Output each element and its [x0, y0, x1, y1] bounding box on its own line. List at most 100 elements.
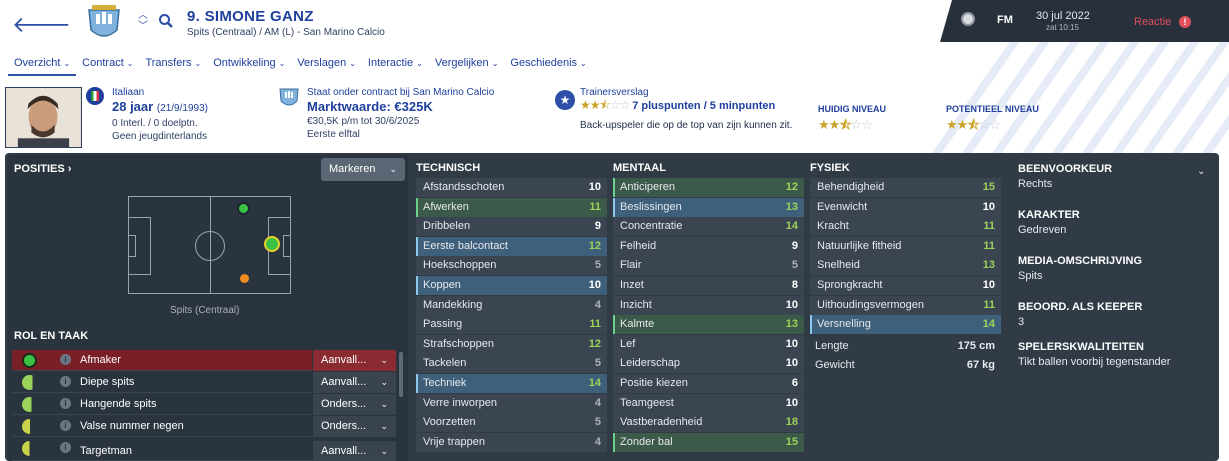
- attribute-row[interactable]: Lef 10: [613, 334, 804, 354]
- player-traits[interactable]: SPELERSKWALITEITEN Tikt ballen voorbij te…: [1018, 341, 1170, 368]
- attribute-row[interactable]: Vastberadenheid 18: [613, 413, 804, 433]
- attribute-row[interactable]: Snelheid 13: [810, 256, 1001, 276]
- attribute-row[interactable]: Eerste balcontact 12: [416, 236, 607, 256]
- attribute-row[interactable]: Voorzetten 5: [416, 413, 607, 433]
- duty-dropdown[interactable]: Onders... ⌄: [312, 416, 396, 437]
- attribute-row[interactable]: Anticiperen 12: [613, 178, 804, 197]
- duty-dropdown[interactable]: Aanvall... ⌄: [312, 350, 396, 371]
- game-date[interactable]: 30 jul 2022: [1036, 10, 1090, 22]
- media-description[interactable]: MEDIA-OMSCHRIJVING Spits: [1018, 255, 1142, 282]
- attribute-row[interactable]: Inzet 8: [613, 276, 804, 295]
- tab-geschiedenis[interactable]: Geschiedenis ⌄: [504, 56, 592, 76]
- position-dot-am-l[interactable]: [237, 202, 250, 215]
- alert-icon: !: [1179, 16, 1191, 28]
- attribute-row[interactable]: Koppen 10: [416, 276, 607, 295]
- reactie-button[interactable]: Reactie: [1134, 16, 1171, 28]
- attribute-row[interactable]: Versnelling 14: [810, 315, 1001, 335]
- keeper-rating[interactable]: BEOORD. ALS KEEPER 3: [1018, 301, 1142, 328]
- report-description: Back-upspeler die op de top van zijn kun…: [580, 120, 793, 131]
- report-points: 7 pluspunten / 5 minpunten: [632, 100, 776, 112]
- attribute-name: Versnelling: [817, 318, 871, 331]
- attribute-value: 4: [594, 435, 601, 448]
- attribute-row[interactable]: Positie kiezen 6: [613, 374, 804, 393]
- attribute-value: 13: [785, 200, 798, 213]
- attribute-value: 13: [982, 259, 995, 272]
- role-row[interactable]: i Valse nummer negen Onders... ⌄: [12, 416, 396, 437]
- positions-title[interactable]: POSITIES ›: [14, 163, 71, 175]
- tab-verslagen[interactable]: Verslagen ⌄: [291, 56, 362, 76]
- attribute-row[interactable]: Vrije trappen 4: [416, 432, 607, 452]
- attribute-name: Verre inworpen: [423, 396, 497, 409]
- markeren-dropdown[interactable]: Markeren ⌄: [321, 158, 405, 181]
- attribute-row[interactable]: Hoekschoppen 5: [416, 256, 607, 276]
- character[interactable]: KARAKTER Gedreven: [1018, 209, 1080, 236]
- attribute-row[interactable]: Beslissingen 13: [613, 197, 804, 217]
- attribute-value: 15: [785, 435, 798, 448]
- attribute-row[interactable]: Concentratie 14: [613, 217, 804, 237]
- role-row[interactable]: i Diepe spits Aanvall... ⌄: [12, 372, 396, 393]
- roles-scrollbar[interactable]: [399, 352, 403, 397]
- fm-logo[interactable]: FM: [997, 14, 1013, 26]
- attribute-value: 11: [589, 318, 601, 331]
- attribute-row[interactable]: Verre inworpen 4: [416, 393, 607, 413]
- football-icon[interactable]: [961, 12, 975, 26]
- tab-overzicht[interactable]: Overzicht ⌄: [8, 56, 77, 76]
- attribute-row[interactable]: Kalmte 13: [613, 315, 804, 335]
- duty-dropdown[interactable]: Onders... ⌄: [312, 394, 396, 415]
- role-row[interactable]: i Hangende spits Onders... ⌄: [12, 394, 396, 415]
- attribute-row[interactable]: Techniek 14: [416, 374, 607, 393]
- attribute-row[interactable]: Afwerken 11: [416, 197, 607, 217]
- chevron-up-icon[interactable]: ︿: [138, 10, 148, 21]
- attribute-row[interactable]: Zonder bal 15: [613, 432, 804, 452]
- attribute-row[interactable]: Kracht 11: [810, 217, 1001, 237]
- search-icon[interactable]: [158, 13, 174, 29]
- attribute-row[interactable]: Strafschoppen 12: [416, 334, 607, 354]
- attribute-name: Vastberadenheid: [620, 416, 703, 429]
- fysiek-title: FYSIEK: [810, 162, 850, 174]
- attribute-row[interactable]: Teamgeest 10: [613, 393, 804, 413]
- tab-interactie[interactable]: Interactie ⌄: [362, 56, 429, 76]
- attribute-row[interactable]: Felheid 9: [613, 236, 804, 256]
- attribute-value: 9: [594, 220, 601, 233]
- attribute-name: Lef: [620, 337, 636, 350]
- player-photo[interactable]: [5, 87, 82, 148]
- attribute-row[interactable]: Dribbelen 9: [416, 217, 607, 237]
- back-arrow-icon[interactable]: 🡐: [12, 12, 71, 38]
- tab-contract[interactable]: Contract ⌄: [76, 56, 139, 76]
- position-dot-st[interactable]: [264, 236, 280, 252]
- flag-icon: [86, 87, 104, 105]
- chevron-down-icon[interactable]: ⌄: [1197, 166, 1205, 177]
- position-dot-am-r[interactable]: [240, 274, 249, 283]
- chevron-down-icon: ⌄: [380, 421, 388, 431]
- game-time: zat 10:15: [1046, 23, 1079, 32]
- attribute-row[interactable]: Sprongkracht 10: [810, 276, 1001, 295]
- tab-transfers[interactable]: Transfers ⌄: [139, 56, 207, 76]
- duty-dropdown[interactable]: Aanvall... ⌄: [312, 441, 396, 460]
- role-row[interactable]: i Targetman Aanvall... ⌄: [12, 438, 396, 461]
- attribute-row[interactable]: Leiderschap 10: [613, 354, 804, 374]
- attribute-row[interactable]: Behendigheid 15: [810, 178, 1001, 197]
- preferred-foot[interactable]: BEENVOORKEUR Rechts: [1018, 163, 1112, 190]
- attribute-value: 12: [588, 239, 601, 252]
- attribute-row[interactable]: Inzicht 10: [613, 295, 804, 315]
- club-crest-icon[interactable]: [279, 87, 299, 109]
- contract-text[interactable]: Staat onder contract bij San Marino Calc…: [307, 86, 494, 99]
- attribute-row[interactable]: Afstandsschoten 10: [416, 178, 607, 197]
- chevron-down-icon[interactable]: ﹀: [138, 21, 148, 32]
- attribute-row[interactable]: Mandekking 4: [416, 295, 607, 315]
- attribute-value: 5: [594, 416, 601, 429]
- role-row[interactable]: i Afmaker Aanvall... ⌄: [12, 350, 396, 371]
- attribute-row[interactable]: Natuurlijke fitheid 11: [810, 236, 1001, 256]
- tab-vergelijken[interactable]: Vergelijken ⌄: [429, 56, 505, 76]
- attribute-name: Voorzetten: [423, 416, 476, 429]
- duty-dropdown[interactable]: Aanvall... ⌄: [312, 372, 396, 393]
- attribute-row[interactable]: Tackelen 5: [416, 354, 607, 374]
- attribute-row[interactable]: Passing 11: [416, 315, 607, 335]
- player-prev-next[interactable]: ︿ ﹀: [138, 10, 148, 32]
- attribute-row[interactable]: Flair 5: [613, 256, 804, 276]
- attribute-row[interactable]: Uithoudingsvermogen 11: [810, 295, 1001, 315]
- tab-ontwikkeling[interactable]: Ontwikkeling ⌄: [207, 56, 291, 76]
- attribute-name: Evenwicht: [817, 200, 868, 213]
- attribute-row[interactable]: Evenwicht 10: [810, 197, 1001, 217]
- nationality[interactable]: Italiaan: [112, 86, 208, 99]
